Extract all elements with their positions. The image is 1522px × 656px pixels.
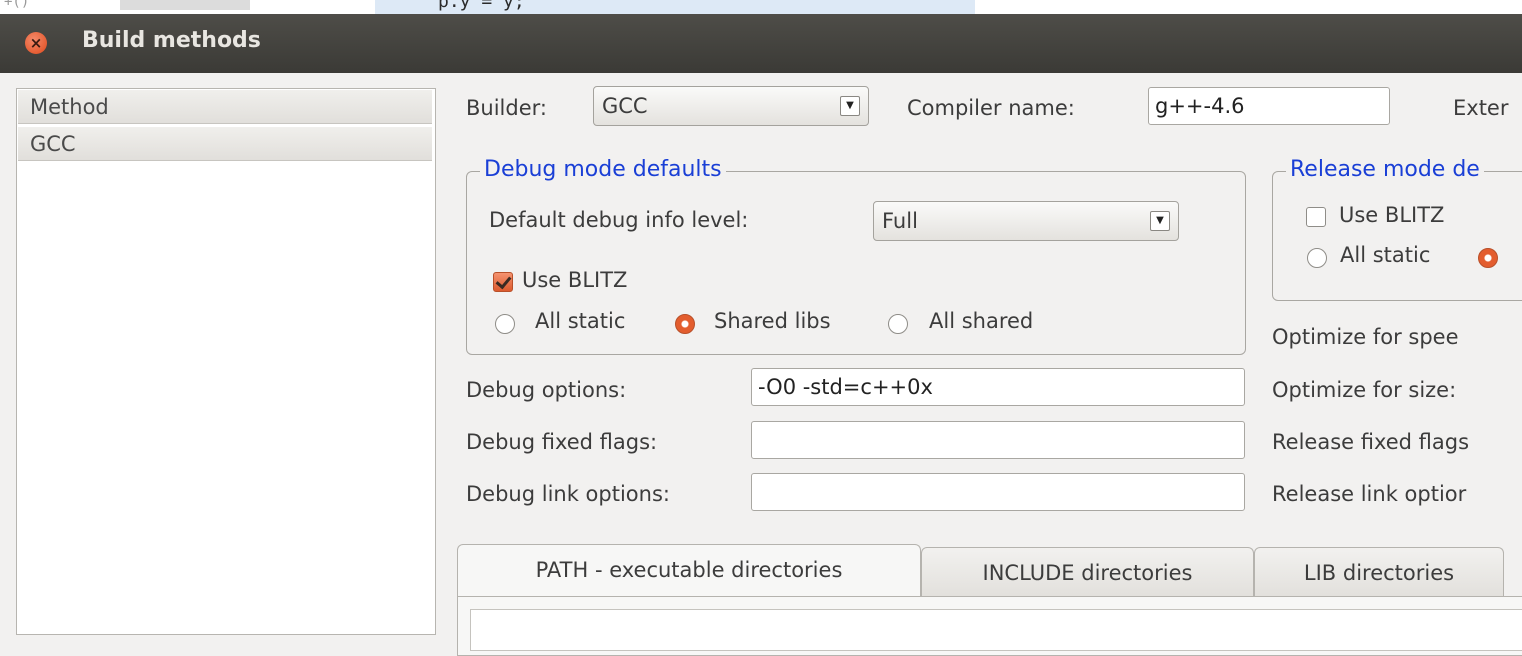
release-optimize-speed-label: Optimize for spee [1272,325,1459,349]
debug-group-title: Debug mode defaults [480,157,726,182]
release-link-options-label: Release link optior [1272,482,1467,506]
release-use-blitz-label: Use BLITZ [1339,203,1445,227]
release-optimize-size-label: Optimize for size: [1272,378,1457,402]
debug-fixed-flags-label: Debug fixed flags: [466,430,658,454]
method-item-gcc[interactable]: GCC [18,127,432,161]
release-all-static-radio[interactable] [1307,248,1327,268]
release-group-title: Release mode de [1286,157,1484,182]
compiler-name-label: Compiler name: [907,96,1075,120]
methods-list[interactable]: Method GCC [16,88,436,635]
debug-all-static-radio[interactable] [495,314,515,334]
debug-link-options-label: Debug link options: [466,482,670,506]
debug-info-level-label: Default debug info level: [489,208,749,232]
builder-value: GCC [602,94,648,118]
debug-all-shared-radio[interactable] [888,314,908,334]
chevron-down-icon: ▼ [1150,211,1170,231]
window-title: Build methods [82,28,261,53]
debug-use-blitz-label: Use BLITZ [522,268,628,292]
debug-options-input[interactable]: -O0 -std=c++0x [751,368,1245,406]
debug-shared-libs-label: Shared libs [714,309,831,333]
toolbar-icons [120,0,250,10]
debug-options-label: Debug options: [466,378,627,402]
release-shared-libs-radio[interactable] [1478,248,1498,268]
method-column-header[interactable]: Method [18,90,432,124]
code-text: p.y = y; [438,0,525,12]
release-mode-group [1272,171,1522,301]
close-icon[interactable]: × [25,32,47,54]
debug-shared-libs-radio[interactable] [675,314,695,334]
release-use-blitz-checkbox[interactable] [1306,207,1326,227]
debug-use-blitz-checkbox[interactable] [493,272,513,292]
extra-label: Exter [1453,96,1509,120]
builder-label: Builder: [466,96,547,120]
release-fixed-flags-label: Release fixed flags [1272,430,1470,454]
chevron-down-icon: ▼ [840,96,860,116]
debug-all-static-label: All static [535,309,626,333]
builder-combo[interactable]: GCC ▼ [593,86,869,126]
compiler-name-input[interactable]: g++-4.6 [1148,87,1390,125]
tab-path[interactable]: PATH - executable directories [457,544,921,597]
debug-info-level-combo[interactable]: Full ▼ [873,201,1179,241]
debug-fixed-flags-input[interactable] [751,421,1245,459]
title-bar: × Build methods [0,14,1522,73]
background-editor-strip: +() p.y = y; [0,0,1522,14]
debug-info-level-value: Full [882,209,918,233]
line-number: +() [4,0,30,10]
debug-all-shared-label: All shared [929,309,1034,333]
tab-lib[interactable]: LIB directories [1254,547,1504,597]
tab-panel [457,596,1522,656]
release-all-static-label: All static [1340,243,1431,267]
tab-include[interactable]: INCLUDE directories [921,547,1254,597]
debug-link-options-input[interactable] [751,473,1245,511]
path-directory-list[interactable] [470,609,1522,651]
